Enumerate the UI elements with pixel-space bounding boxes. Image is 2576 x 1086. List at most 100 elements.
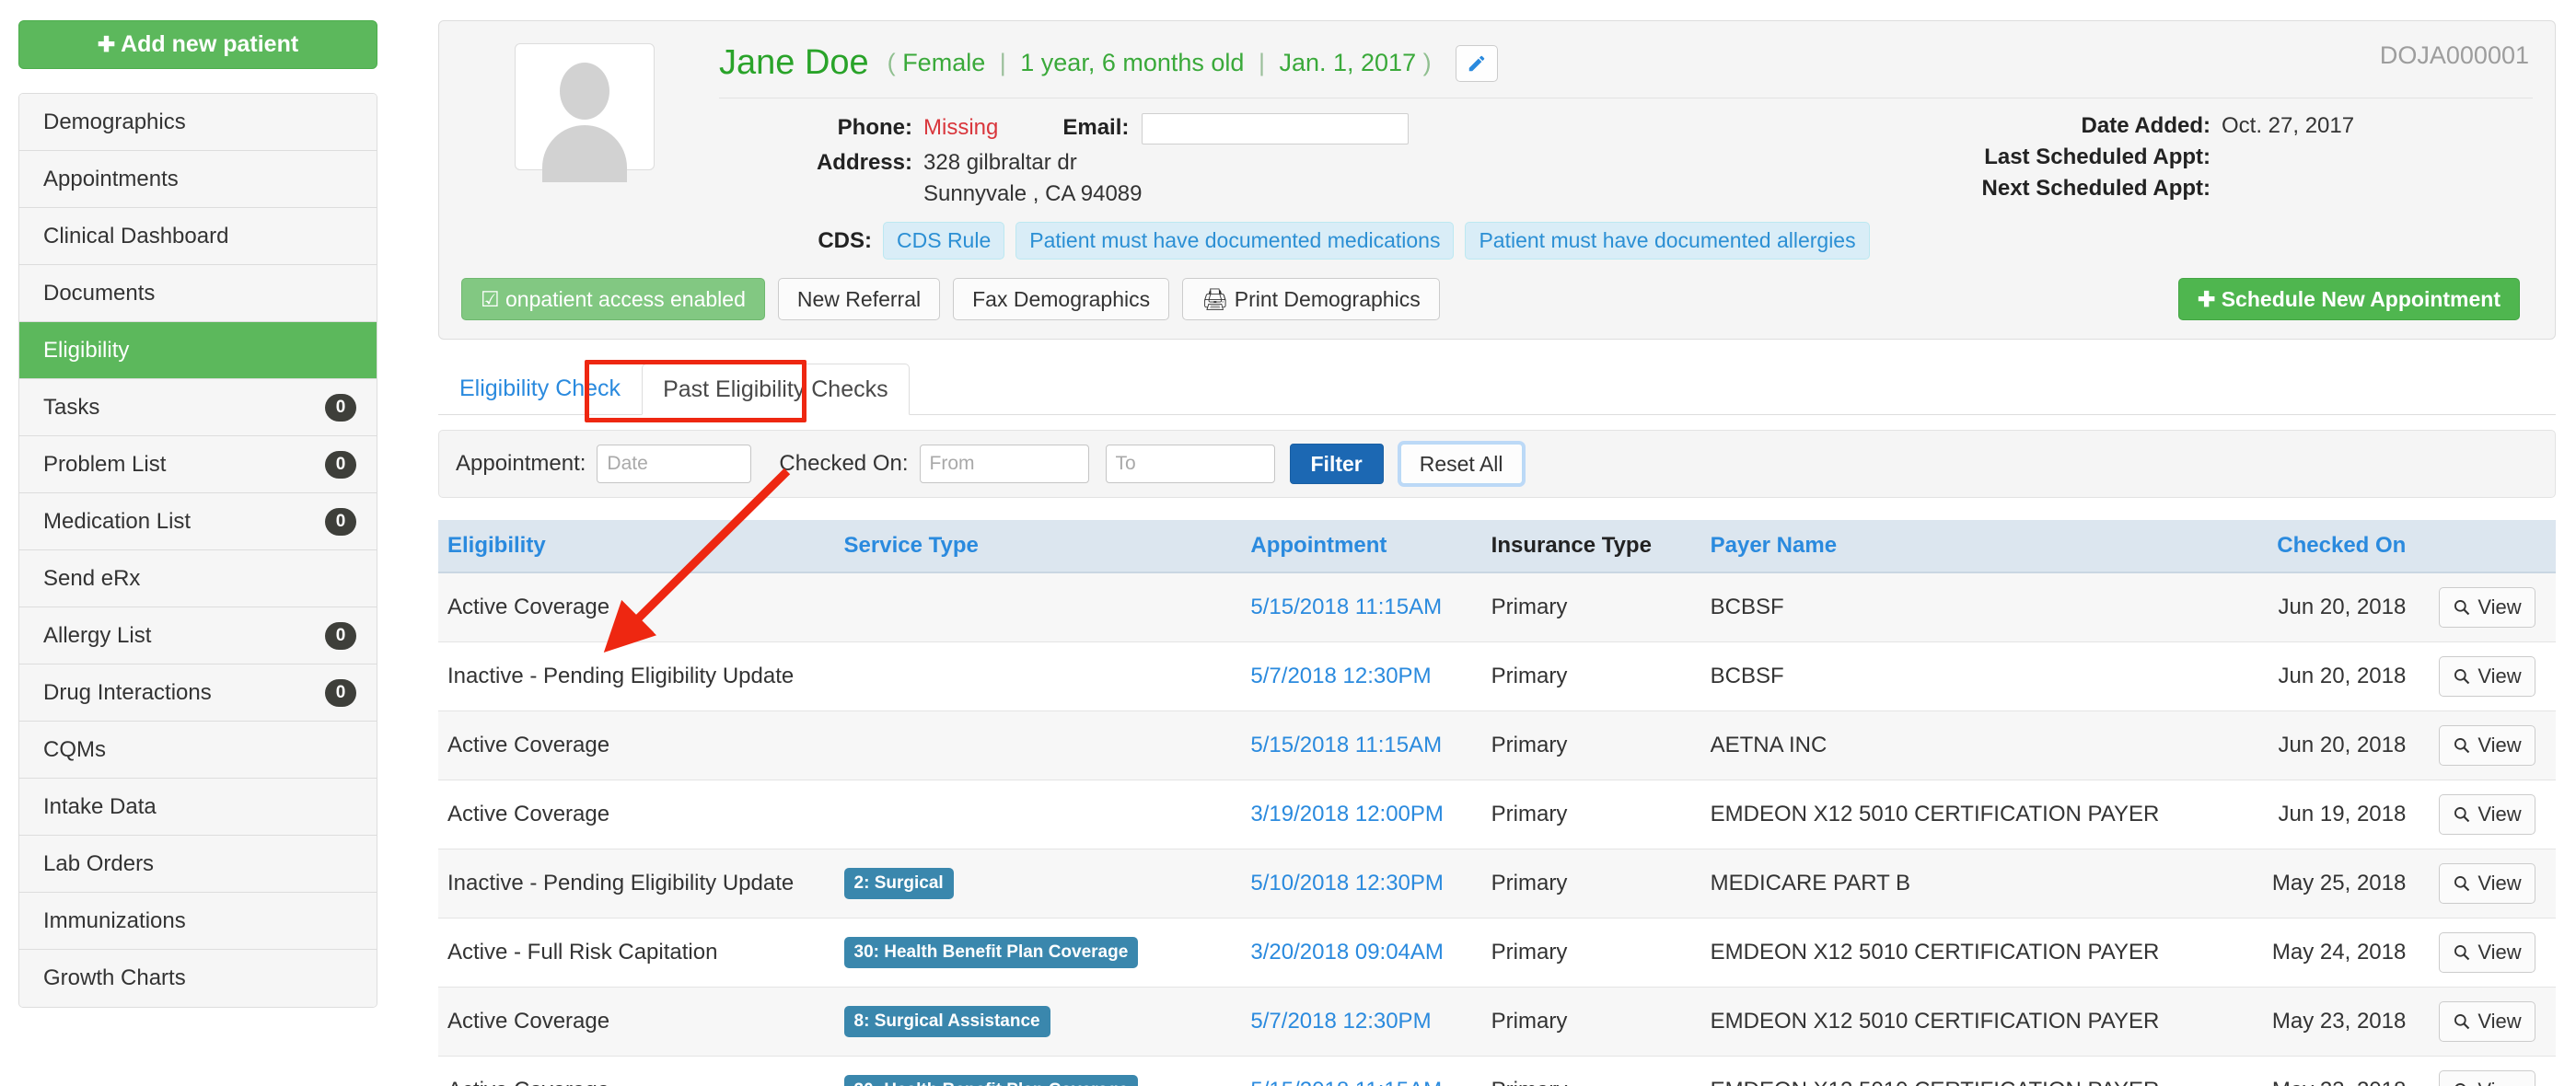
table-header-eligibility[interactable]: Eligibility: [438, 520, 835, 573]
cds-pill[interactable]: Patient must have documented medications: [1015, 222, 1455, 260]
table-header-service-type[interactable]: Service Type: [834, 520, 1242, 573]
schedule-new-appointment-button[interactable]: ✚ Schedule New Appointment: [2178, 278, 2520, 320]
filter-button[interactable]: Filter: [1289, 444, 1384, 484]
search-icon: [2454, 669, 2470, 685]
cell-actions: View: [2430, 780, 2556, 849]
service-type-badge: 30: Health Benefit Plan Coverage: [843, 937, 1139, 968]
cds-row: CDS: CDS Rule Patient must have documente…: [719, 222, 2533, 260]
appointment-link[interactable]: 5/7/2018 12:30PM: [1250, 1009, 1431, 1034]
appointment-link[interactable]: 3/20/2018 09:04AM: [1250, 940, 1444, 965]
search-icon: [2454, 600, 2470, 616]
sidebar-item-problem-list[interactable]: Problem List 0: [19, 436, 377, 493]
sidebar-item-label: Tasks: [43, 395, 100, 420]
table-header-checked-on[interactable]: Checked On: [2213, 520, 2431, 573]
cell-appointment: 5/10/2018 12:30PM: [1241, 849, 1482, 918]
appointment-link[interactable]: 5/15/2018 11:15AM: [1250, 1078, 1442, 1086]
tab-eligibility-check[interactable]: Eligibility Check: [438, 363, 642, 414]
appointment-link[interactable]: 5/10/2018 12:30PM: [1250, 871, 1444, 895]
view-button-label: View: [2477, 1079, 2521, 1086]
cell-appointment: 5/15/2018 11:15AM: [1241, 711, 1482, 780]
view-button[interactable]: View: [2439, 587, 2535, 628]
view-button[interactable]: View: [2439, 656, 2535, 697]
cell-actions: View: [2430, 711, 2556, 780]
sidebar-item-documents[interactable]: Documents: [19, 265, 377, 322]
new-referral-button[interactable]: New Referral: [777, 278, 941, 320]
view-button[interactable]: View: [2439, 725, 2535, 766]
cell-payer-name: MEDICARE PART B: [1700, 849, 2214, 918]
cell-service-type: [834, 572, 1242, 642]
sidebar-item-badge: 0: [325, 621, 356, 650]
appointment-link[interactable]: 3/19/2018 12:00PM: [1250, 802, 1444, 826]
avatar-head-shape: [560, 63, 609, 120]
tab-past-eligibility-checks[interactable]: Past Eligibility Checks: [642, 364, 910, 415]
table-header-payer-name[interactable]: Payer Name: [1700, 520, 2214, 573]
sidebar-item-clinical-dashboard[interactable]: Clinical Dashboard: [19, 208, 377, 265]
eligibility-page: ✚ Add new patient Demographics Appointment…: [0, 0, 2576, 1086]
cell-payer-name: EMDEON X12 5010 CERTIFICATION PAYER: [1700, 780, 2214, 849]
checked-on-from-input[interactable]: [919, 445, 1089, 483]
search-icon: [2454, 1014, 2470, 1030]
table-row: Inactive - Pending Eligibility Update 2: …: [438, 849, 2556, 918]
email-field[interactable]: [1142, 113, 1410, 144]
cds-pill[interactable]: Patient must have documented allergies: [1465, 222, 1870, 260]
sidebar-item-allergy-list[interactable]: Allergy List 0: [19, 607, 377, 664]
sidebar-item-tasks[interactable]: Tasks 0: [19, 379, 377, 436]
view-button[interactable]: View: [2439, 1001, 2535, 1042]
cell-service-type: 30: Health Benefit Plan Coverage: [834, 1056, 1242, 1086]
appointment-link[interactable]: 5/7/2018 12:30PM: [1250, 664, 1431, 688]
eligibility-tabs-wrap: Eligibility Check Past Eligibility Checks: [438, 360, 2556, 422]
onpatient-access-button[interactable]: ☑ onpatient access enabled: [461, 278, 765, 320]
sidebar-item-eligibility[interactable]: Eligibility: [19, 322, 377, 379]
cell-appointment: 5/7/2018 12:30PM: [1241, 987, 1482, 1057]
appointment-link[interactable]: 5/15/2018 11:15AM: [1250, 595, 1442, 619]
sidebar-item-send-erx[interactable]: Send eRx: [19, 550, 377, 607]
view-button[interactable]: View: [2439, 794, 2535, 835]
table-row: Active Coverage 5/15/2018 11:15AM Primary B…: [438, 572, 2556, 642]
sidebar-item-growth-charts[interactable]: Growth Charts: [19, 950, 377, 1007]
cds-pill-list: CDS Rule Patient must have documented med…: [883, 222, 1881, 260]
view-button[interactable]: View: [2439, 932, 2535, 973]
search-icon: [2454, 876, 2470, 892]
print-demographics-button[interactable]: 🖨 Print Demographics: [1182, 278, 1440, 320]
cds-pill[interactable]: CDS Rule: [883, 222, 1005, 260]
sidebar-item-badge: 0: [325, 507, 356, 536]
avatar-body-shape: [542, 125, 627, 182]
appointment-date-input[interactable]: [597, 445, 752, 483]
view-button[interactable]: View: [2439, 863, 2535, 904]
patient-name[interactable]: Jane Doe: [719, 43, 869, 83]
main-content: DOJA000001 Jane Doe ( Female | 1 year, 6…: [438, 20, 2556, 1086]
appointment-link[interactable]: 5/15/2018 11:15AM: [1250, 733, 1442, 757]
address-label: Address:: [816, 150, 912, 175]
sidebar-nav-list: Demographics Appointments Clinical Dashboa…: [18, 93, 377, 1008]
cell-eligibility: Active Coverage: [438, 711, 835, 780]
sidebar-item-demographics[interactable]: Demographics: [19, 94, 377, 151]
view-button-label: View: [2477, 803, 2522, 826]
cell-checked-on: May 24, 2018: [2213, 918, 2431, 988]
next-appt-row: Next Scheduled Appt:: [1815, 176, 2533, 202]
cell-eligibility: Active - Full Risk Capitation: [438, 918, 835, 988]
sidebar-item-intake-data[interactable]: Intake Data: [19, 779, 377, 836]
cell-checked-on: Jun 20, 2018: [2213, 572, 2431, 642]
sidebar-item-lab-orders[interactable]: Lab Orders: [19, 836, 377, 893]
filter-bar: Appointment: Checked On: Filter Reset Al…: [438, 430, 2556, 498]
sidebar-item-immunizations[interactable]: Immunizations: [19, 893, 377, 950]
cell-eligibility: Active Coverage: [438, 1056, 835, 1086]
reset-all-button[interactable]: Reset All: [1399, 444, 1523, 484]
table-header-appointment[interactable]: Appointment: [1241, 520, 1482, 573]
sidebar-item-badge: 0: [325, 393, 356, 422]
cell-payer-name: EMDEON X12 5010 CERTIFICATION PAYER: [1700, 987, 2214, 1057]
edit-patient-button[interactable]: [1455, 44, 1498, 82]
sidebar-item-cqms[interactable]: CQMs: [19, 722, 377, 779]
open-paren: (: [887, 49, 896, 76]
add-new-patient-button[interactable]: ✚ Add new patient: [18, 20, 377, 69]
fax-demographics-button[interactable]: Fax Demographics: [953, 278, 1170, 320]
sidebar-item-medication-list[interactable]: Medication List 0: [19, 493, 377, 550]
sidebar-item-badge: 0: [325, 678, 356, 707]
view-button[interactable]: View: [2439, 1070, 2535, 1086]
cell-insurance-type: Primary: [1481, 572, 1701, 642]
sidebar-item-appointments[interactable]: Appointments: [19, 151, 377, 208]
checked-on-to-input[interactable]: [1105, 445, 1275, 483]
sidebar-item-drug-interactions[interactable]: Drug Interactions 0: [19, 664, 377, 722]
service-type-badge: 8: Surgical Assistance: [843, 1006, 1050, 1037]
cell-appointment: 5/7/2018 12:30PM: [1241, 641, 1482, 711]
